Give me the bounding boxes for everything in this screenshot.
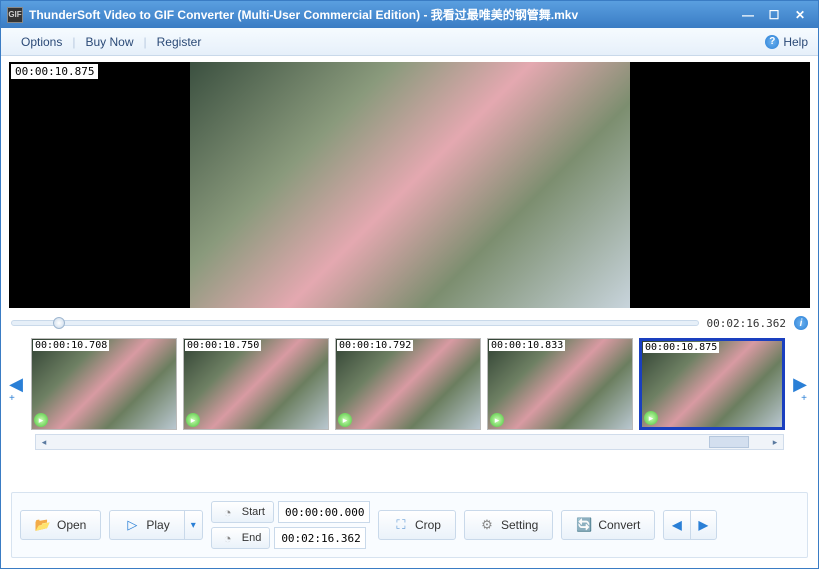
titlebar: GIF ThunderSoft Video to GIF Converter (… — [1, 1, 818, 28]
crop-label: Crop — [415, 518, 441, 532]
time-range-controls: ◔ Start 00:00:00.000 ◔ End 00:02:16.362 — [211, 501, 370, 549]
menubar: Options | Buy Now | Register ? Help — [1, 28, 818, 56]
clock-badge-icon: ▸ — [186, 413, 200, 427]
end-time-input[interactable]: 00:02:16.362 — [274, 527, 366, 549]
thumbnail-timestamp: 00:00:10.750 — [185, 340, 261, 351]
video-preview[interactable]: 00:00:10.875 — [9, 62, 810, 308]
window-title: ThunderSoft Video to GIF Converter (Mult… — [29, 6, 736, 23]
window-controls: — ☐ ✕ — [736, 6, 812, 24]
close-button[interactable]: ✕ — [788, 6, 812, 24]
help-label: Help — [783, 35, 808, 49]
scroll-left-button[interactable]: ◂ — [36, 435, 52, 449]
app-window: GIF ThunderSoft Video to GIF Converter (… — [0, 0, 819, 569]
crop-button[interactable]: ⛶ Crop — [378, 510, 456, 540]
scroll-right-button[interactable]: ▸ — [767, 435, 783, 449]
thumbnail-timestamp: 00:00:10.708 — [33, 340, 109, 351]
thumbs-prev-button[interactable]: ◀ + — [7, 344, 25, 424]
toolbar: 📂 Open ▷ Play ▾ ◔ Start 00:00:00.000 — [1, 482, 818, 568]
menu-register[interactable]: Register — [147, 35, 212, 49]
clock-icon: ◔ — [220, 530, 236, 546]
prev-frame-button[interactable]: ◀ — [663, 510, 689, 540]
folder-icon: 📂 — [35, 517, 51, 533]
clock-badge-icon: ▸ — [338, 413, 352, 427]
start-label: Start — [242, 506, 265, 518]
play-label: Play — [146, 518, 169, 532]
app-icon: GIF — [7, 7, 23, 23]
chevron-right-icon: ▶ — [793, 374, 807, 395]
chevron-right-icon: ▶ — [699, 518, 708, 532]
play-dropdown-button[interactable]: ▾ — [184, 510, 203, 540]
plus-icon: + — [801, 393, 807, 404]
thumbnail[interactable]: 00:00:10.875 ▸ — [639, 338, 785, 430]
menu-buy-now[interactable]: Buy Now — [75, 35, 143, 49]
play-button[interactable]: ▷ Play — [109, 510, 183, 540]
preview-timestamp: 00:00:10.875 — [11, 64, 98, 79]
gear-icon: ⚙ — [479, 517, 495, 533]
toolbar-inner: 📂 Open ▷ Play ▾ ◔ Start 00:00:00.000 — [11, 492, 808, 558]
chevron-left-icon: ◀ — [672, 518, 681, 532]
setting-button[interactable]: ⚙ Setting — [464, 510, 553, 540]
clock-icon: ◔ — [220, 504, 236, 520]
frame-nav-group: ◀ ▶ — [663, 510, 716, 540]
next-frame-button[interactable]: ▶ — [690, 510, 717, 540]
thumbs-scrollbar[interactable]: ◂ ▸ — [35, 434, 784, 450]
thumbnail-timestamp: 00:00:10.875 — [643, 342, 719, 353]
seek-slider[interactable] — [11, 320, 699, 326]
thumbnails-container: 00:00:10.708▸00:00:10.750▸00:00:10.792▸0… — [31, 338, 785, 430]
duration-label: 00:02:16.362 — [707, 317, 786, 330]
maximize-button[interactable]: ☐ — [762, 6, 786, 24]
menu-options[interactable]: Options — [11, 35, 72, 49]
minimize-button[interactable]: — — [736, 6, 760, 24]
thumbnail[interactable]: 00:00:10.750 ▸ — [183, 338, 329, 430]
end-label: End — [242, 532, 262, 544]
start-time-row: ◔ Start 00:00:00.000 — [211, 501, 370, 523]
info-icon[interactable]: i — [794, 316, 808, 330]
scrollbar-thumb[interactable] — [709, 436, 749, 448]
thumbnail[interactable]: 00:00:10.708 ▸ — [31, 338, 177, 430]
start-time-input[interactable]: 00:00:00.000 — [278, 501, 370, 523]
convert-icon: 🔄 — [576, 517, 592, 533]
clock-badge-icon: ▸ — [34, 413, 48, 427]
seek-thumb[interactable] — [53, 317, 65, 329]
play-button-group: ▷ Play ▾ — [109, 510, 202, 540]
chevron-left-icon: ◀ — [9, 374, 23, 395]
clock-badge-icon: ▸ — [644, 411, 658, 425]
thumbnail-timestamp: 00:00:10.792 — [337, 340, 413, 351]
open-label: Open — [57, 518, 86, 532]
plus-icon: + — [9, 393, 15, 404]
crop-icon: ⛶ — [393, 517, 409, 533]
end-time-row: ◔ End 00:02:16.362 — [211, 527, 370, 549]
clock-badge-icon: ▸ — [490, 413, 504, 427]
play-icon: ▷ — [124, 517, 140, 533]
setting-label: Setting — [501, 518, 538, 532]
convert-label: Convert — [598, 518, 640, 532]
open-button[interactable]: 📂 Open — [20, 510, 101, 540]
thumbnail[interactable]: 00:00:10.792 ▸ — [335, 338, 481, 430]
thumbnails-row: ◀ + 00:00:10.708▸00:00:10.750▸00:00:10.7… — [7, 338, 812, 430]
thumbs-next-button[interactable]: ▶ + — [791, 344, 809, 424]
menu-help[interactable]: ? Help — [765, 35, 808, 49]
convert-button[interactable]: 🔄 Convert — [561, 510, 655, 540]
start-button[interactable]: ◔ Start — [211, 501, 274, 523]
preview-frame — [190, 62, 630, 308]
thumbnail[interactable]: 00:00:10.833 ▸ — [487, 338, 633, 430]
help-icon: ? — [765, 35, 779, 49]
thumbnails-region: ◀ + 00:00:10.708▸00:00:10.750▸00:00:10.7… — [1, 334, 818, 454]
seek-row: 00:02:16.362 i — [1, 312, 818, 334]
end-button[interactable]: ◔ End — [211, 527, 271, 549]
thumbnail-timestamp: 00:00:10.833 — [489, 340, 565, 351]
